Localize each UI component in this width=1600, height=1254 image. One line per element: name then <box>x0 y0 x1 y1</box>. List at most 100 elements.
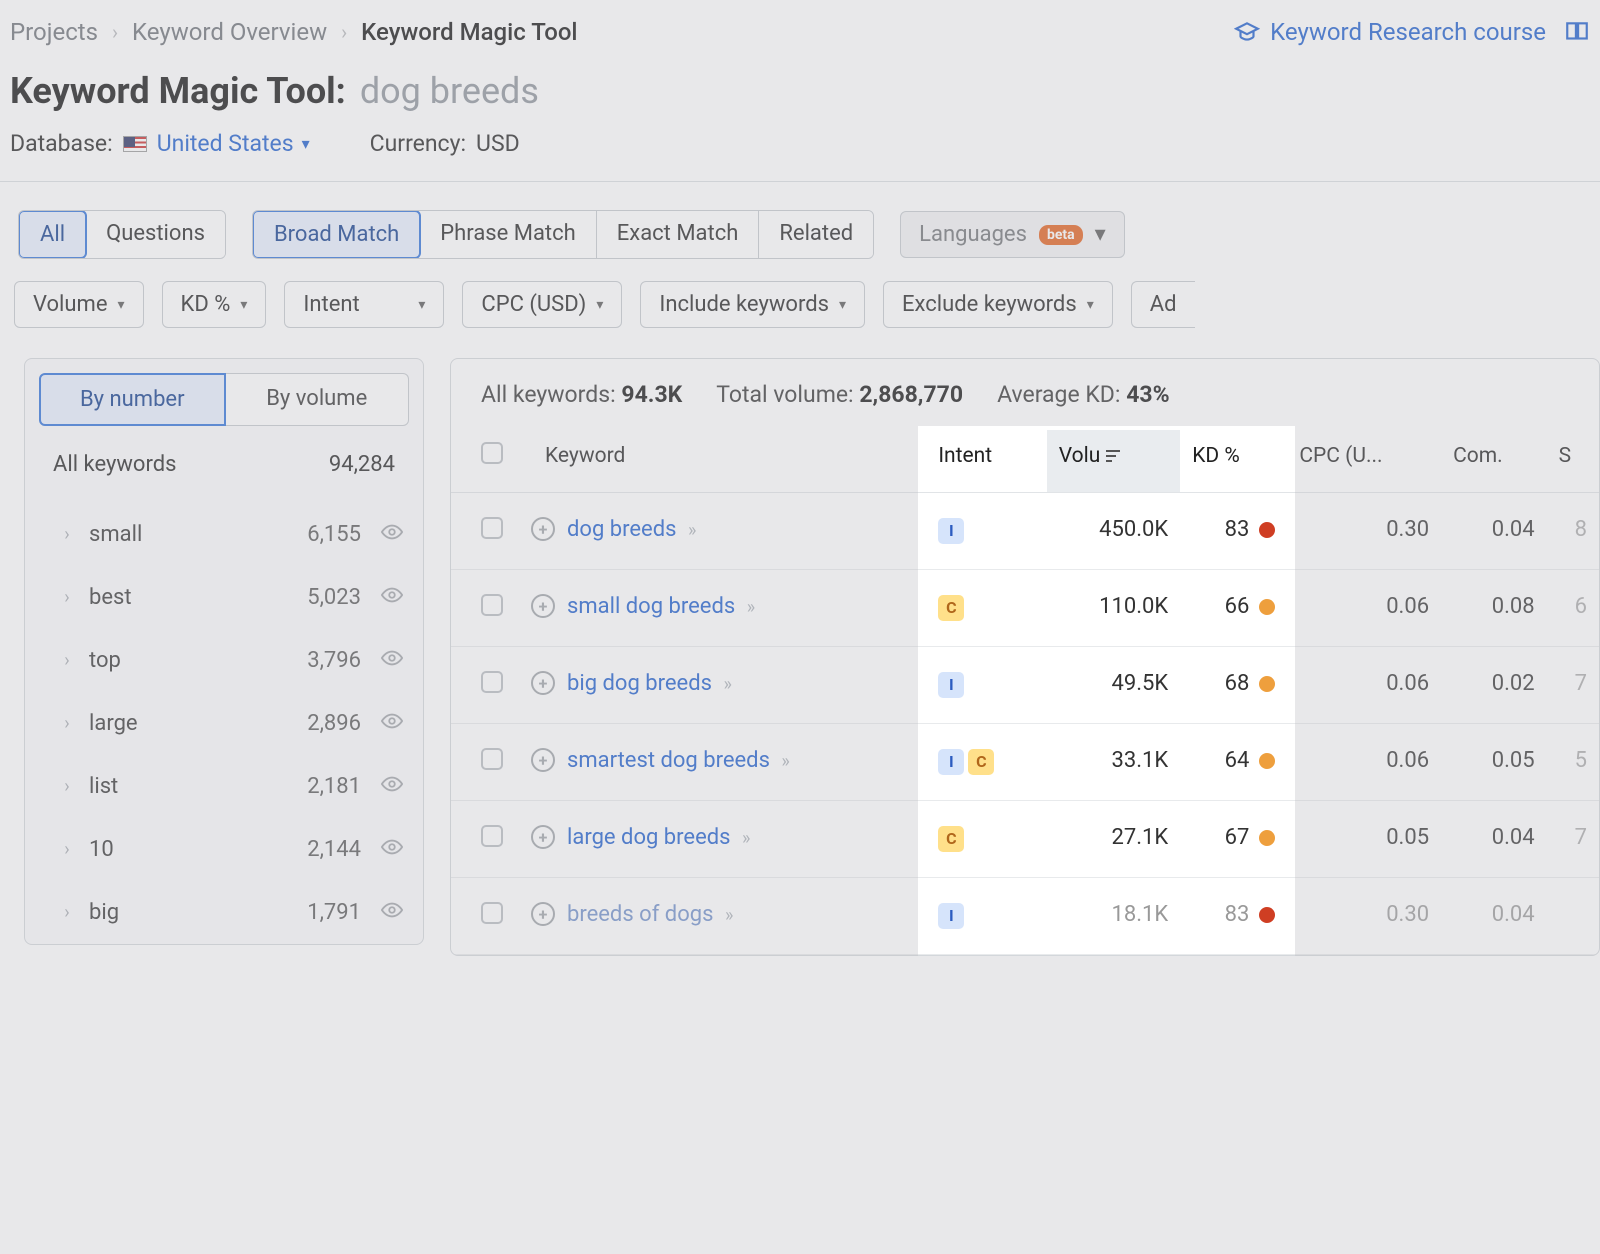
filter-adv-label: Ad <box>1150 292 1177 317</box>
cell-sf <box>1547 878 1599 955</box>
tab-all[interactable]: All <box>18 210 87 259</box>
tab-broad-match[interactable]: Broad Match <box>252 210 421 259</box>
col-sf[interactable]: S <box>1547 430 1599 493</box>
eye-icon[interactable] <box>381 710 403 737</box>
sidebar-item-top[interactable]: ›top3,796 <box>25 629 423 692</box>
keyword-link[interactable]: large dog breeds <box>567 825 731 850</box>
add-keyword-icon[interactable]: + <box>531 825 555 849</box>
add-keyword-icon[interactable]: + <box>531 594 555 618</box>
keyword-link[interactable]: smartest dog breeds <box>567 748 770 773</box>
tab-related[interactable]: Related <box>759 211 873 258</box>
keyword-link[interactable]: breeds of dogs <box>567 902 713 927</box>
sidebar-tab-by-number[interactable]: By number <box>39 373 226 426</box>
sidebar-item-best[interactable]: ›best5,023 <box>25 566 423 629</box>
divider <box>0 181 1600 182</box>
filter-include[interactable]: Include keywords▾ <box>640 281 865 328</box>
cell-intent: I <box>926 493 1046 570</box>
row-checkbox[interactable] <box>481 825 503 847</box>
us-flag-icon <box>123 136 147 152</box>
col-volume-label: Volu <box>1059 444 1101 468</box>
breadcrumb-projects[interactable]: Projects <box>10 18 98 46</box>
filter-kd-label: KD % <box>181 292 231 317</box>
filter-kd[interactable]: KD %▾ <box>162 281 267 328</box>
sidebar-item-10[interactable]: ›102,144 <box>25 818 423 881</box>
chevrons-right-icon[interactable]: » <box>688 520 696 541</box>
col-intent[interactable]: Intent <box>926 430 1046 493</box>
tab-phrase-match[interactable]: Phrase Match <box>420 211 596 258</box>
sidebar-item-value: 3,796 <box>307 648 361 673</box>
keyword-link[interactable]: big dog breeds <box>567 671 712 696</box>
chevron-right-icon: › <box>341 20 347 44</box>
sidebar-item-big[interactable]: ›big1,791 <box>25 881 423 944</box>
eye-icon[interactable] <box>381 647 403 674</box>
chevrons-right-icon[interactable]: » <box>747 597 755 618</box>
breadcrumb-current: Keyword Magic Tool <box>361 18 577 46</box>
chevron-right-icon: › <box>59 902 75 923</box>
eye-icon[interactable] <box>381 584 403 611</box>
chevron-down-icon: ▾ <box>1095 222 1106 247</box>
filter-intent[interactable]: Intent▾ <box>284 281 444 328</box>
col-volume[interactable]: Volu <box>1047 430 1180 493</box>
languages-dropdown[interactable]: Languages beta ▾ <box>900 211 1125 258</box>
sidebar-tab-by-volume[interactable]: By volume <box>226 373 410 426</box>
row-checkbox[interactable] <box>481 902 503 924</box>
keyword-link[interactable]: dog breeds <box>567 517 676 542</box>
cell-com: 0.04 <box>1441 493 1547 570</box>
eye-icon[interactable] <box>381 836 403 863</box>
col-cpc[interactable]: CPC (U... <box>1287 430 1441 493</box>
table-row: +small dog breeds »C110.0K660.060.086 <box>451 570 1599 647</box>
eye-icon[interactable] <box>381 773 403 800</box>
add-keyword-icon[interactable]: + <box>531 748 555 772</box>
sidebar: By number By volume All keywords 94,284 … <box>24 358 424 945</box>
currency-label: Currency: <box>370 130 466 157</box>
add-keyword-icon[interactable]: + <box>531 671 555 695</box>
chevron-right-icon: › <box>59 776 75 797</box>
col-keyword[interactable]: Keyword <box>515 430 926 493</box>
sidebar-item-small[interactable]: ›small6,155 <box>25 503 423 566</box>
cell-cpc: 0.06 <box>1287 724 1441 801</box>
filter-exclude[interactable]: Exclude keywords▾ <box>883 281 1113 328</box>
cell-cpc: 0.30 <box>1287 878 1441 955</box>
add-keyword-icon[interactable]: + <box>531 517 555 541</box>
select-all-checkbox[interactable] <box>481 442 503 464</box>
eye-icon[interactable] <box>381 521 403 548</box>
col-com[interactable]: Com. <box>1441 430 1547 493</box>
filter-cpc[interactable]: CPC (USD)▾ <box>462 281 622 328</box>
filter-exclude-label: Exclude keywords <box>902 292 1077 317</box>
filter-advanced[interactable]: Ad <box>1131 281 1195 328</box>
chevron-down-icon: ▾ <box>118 297 125 313</box>
add-keyword-icon[interactable]: + <box>531 902 555 926</box>
tab-questions[interactable]: Questions <box>86 211 225 258</box>
sidebar-item-value: 5,023 <box>307 585 361 610</box>
results-panel: All keywords: 94.3K Total volume: 2,868,… <box>450 358 1600 956</box>
chevrons-right-icon[interactable]: » <box>723 674 731 695</box>
sidebar-item-large[interactable]: ›large2,896 <box>25 692 423 755</box>
sidebar-item-value: 2,896 <box>307 711 361 736</box>
kd-dot-icon <box>1259 676 1275 692</box>
eye-icon[interactable] <box>381 899 403 926</box>
tab-exact-match[interactable]: Exact Match <box>597 211 760 258</box>
sidebar-item-label: small <box>89 522 293 547</box>
row-checkbox[interactable] <box>481 517 503 539</box>
chevron-right-icon: › <box>59 587 75 608</box>
cell-sf: 7 <box>1547 647 1599 724</box>
row-checkbox[interactable] <box>481 748 503 770</box>
sidebar-item-label: large <box>89 711 293 736</box>
database-select[interactable]: United States ▾ <box>157 130 310 157</box>
keyword-link[interactable]: small dog breeds <box>567 594 735 619</box>
book-icon[interactable] <box>1564 19 1590 45</box>
cell-com: 0.04 <box>1441 801 1547 878</box>
course-link[interactable]: Keyword Research course <box>1234 18 1546 46</box>
chevrons-right-icon[interactable]: » <box>725 905 733 926</box>
chevrons-right-icon[interactable]: » <box>781 751 789 772</box>
filter-volume[interactable]: Volume▾ <box>14 281 144 328</box>
row-checkbox[interactable] <box>481 671 503 693</box>
cell-com: 0.08 <box>1441 570 1547 647</box>
intent-badge-i: I <box>938 749 964 775</box>
col-kd[interactable]: KD % <box>1180 430 1287 493</box>
chevrons-right-icon[interactable]: » <box>742 828 750 849</box>
breadcrumb-keyword-overview[interactable]: Keyword Overview <box>132 18 327 46</box>
row-checkbox[interactable] <box>481 594 503 616</box>
sidebar-item-list[interactable]: ›list2,181 <box>25 755 423 818</box>
cell-intent: C <box>926 570 1046 647</box>
